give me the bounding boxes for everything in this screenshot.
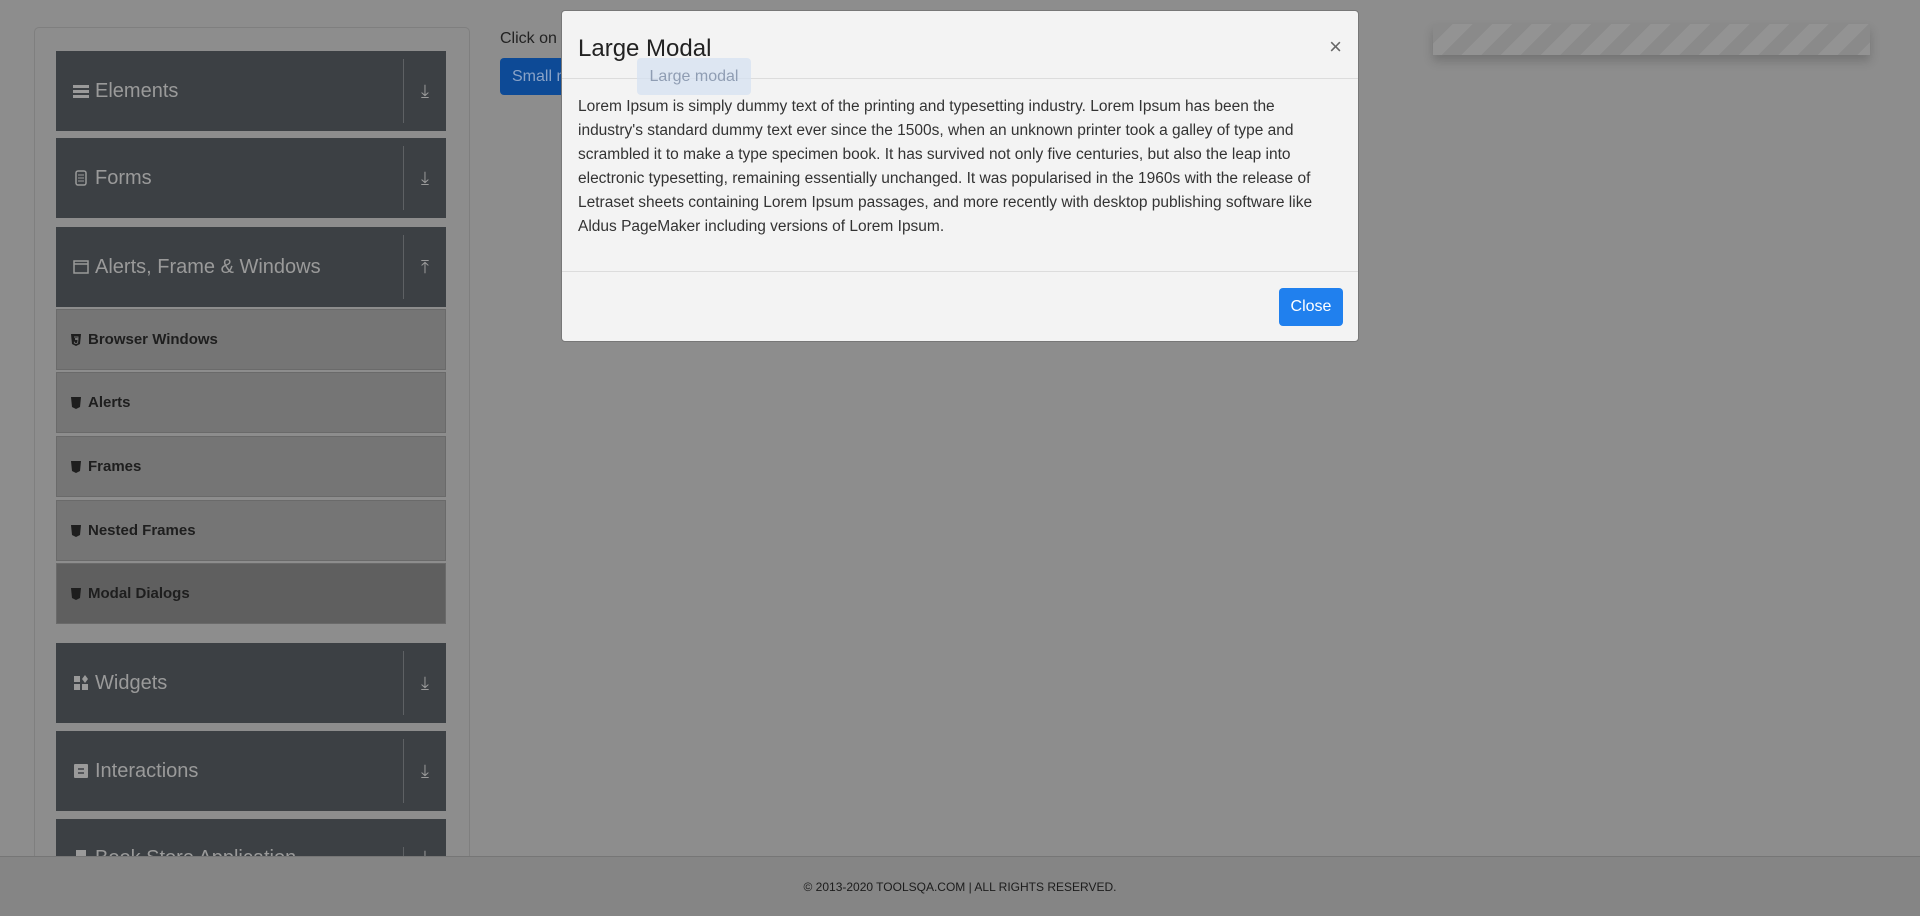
sidebar-group-book-store[interactable]: Book Store Application ⤓: [56, 819, 446, 856]
sidebar-group-elements[interactable]: Elements ⤓: [56, 51, 446, 131]
sync-icon: [73, 763, 89, 779]
html5-icon: [71, 333, 81, 346]
sidebar-item-label: Frames: [88, 458, 142, 475]
sidebar-group-label: Interactions: [95, 759, 199, 782]
bars-icon: [73, 83, 89, 99]
sidebar-item-label: Modal Dialogs: [88, 585, 190, 602]
download-arrow-icon[interactable]: ⤓: [404, 761, 446, 782]
html5-icon: [71, 524, 81, 537]
sidebar-group-label: Widgets: [95, 671, 168, 694]
sidebar-group-label: Book Store Application: [95, 847, 403, 856]
sidebar-item-browser-windows[interactable]: Browser Windows: [56, 309, 446, 370]
footer: © 2013-2020 TOOLSQA.COM | ALL RIGHTS RES…: [0, 856, 1920, 916]
sidebar-item-frames[interactable]: Frames: [56, 436, 446, 497]
sidebar-item-alerts[interactable]: Alerts: [56, 372, 446, 433]
footer-copyright: © 2013-2020 TOOLSQA.COM | ALL RIGHTS RES…: [803, 879, 1117, 894]
sidebar-item-label: Nested Frames: [88, 522, 196, 539]
modal-body: Lorem Ipsum is simply dummy text of the …: [562, 79, 1358, 272]
sidebar-group-alerts-frame-windows[interactable]: Alerts, Frame & Windows ⤒: [56, 227, 446, 307]
sidebar-group-widgets[interactable]: Widgets ⤓: [56, 643, 446, 723]
sidebar-item-modal-dialogs[interactable]: Modal Dialogs: [56, 563, 446, 624]
window-icon: [73, 259, 89, 275]
sidebar-item-label: Alerts: [88, 394, 131, 411]
file-icon: [73, 170, 89, 186]
html5-icon: [71, 460, 81, 473]
download-arrow-icon[interactable]: ⤓: [404, 168, 446, 189]
sidebar-item-label: Browser Windows: [88, 331, 218, 348]
close-icon[interactable]: ×: [1329, 34, 1342, 60]
large-modal-button[interactable]: Large modal: [637, 58, 751, 95]
sidebar-group-label: Alerts, Frame & Windows: [95, 255, 321, 278]
download-arrow-icon[interactable]: ⤓: [404, 673, 446, 694]
sidebar-item-nested-frames[interactable]: Nested Frames: [56, 500, 446, 561]
sidebar-group-label: Forms: [95, 166, 152, 189]
sidebar-group-label: Elements: [95, 79, 179, 102]
html5-icon: [71, 396, 81, 409]
download-arrow-icon[interactable]: ⤓: [404, 81, 446, 102]
sidebar-group-interactions[interactable]: Interactions ⤓: [56, 731, 446, 811]
widgets-icon: [73, 675, 89, 691]
upload-arrow-icon[interactable]: ⤒: [404, 257, 446, 278]
sidebar-group-forms[interactable]: Forms ⤓: [56, 138, 446, 218]
close-button[interactable]: Close: [1279, 287, 1343, 326]
download-arrow-icon[interactable]: ⤓: [404, 847, 446, 856]
ad-banner[interactable]: [1433, 24, 1870, 55]
html5-icon: [71, 587, 81, 600]
book-icon: [73, 847, 89, 856]
modal-footer: Close: [562, 272, 1358, 341]
